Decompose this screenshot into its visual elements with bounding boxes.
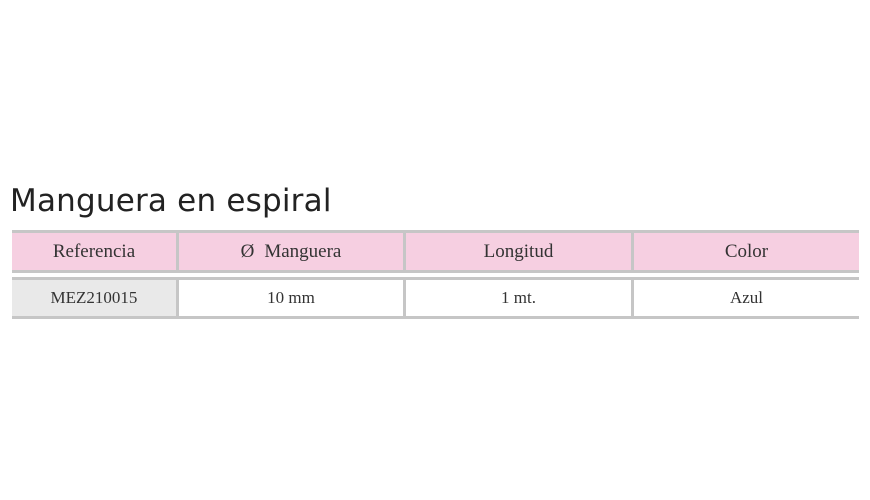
cell-color: Azul (631, 280, 859, 316)
diameter-symbol: Ø (240, 240, 255, 262)
product-table: Referencia Ø Manguera Longitud Color MEZ… (12, 230, 859, 319)
cell-reference: MEZ210015 (12, 280, 176, 316)
header-diameter: Ø Manguera (176, 233, 403, 270)
header-color: Color (631, 233, 859, 270)
header-length: Longitud (403, 233, 631, 270)
product-title: Manguera en espiral (10, 183, 332, 219)
header-diameter-label: Manguera (264, 240, 342, 262)
cell-diameter: 10 mm (176, 280, 403, 316)
cell-length: 1 mt. (403, 280, 631, 316)
table-header-row: Referencia Ø Manguera Longitud Color (12, 230, 859, 273)
header-reference: Referencia (52, 240, 136, 262)
table-row: MEZ210015 10 mm 1 mt. Azul (12, 277, 859, 319)
